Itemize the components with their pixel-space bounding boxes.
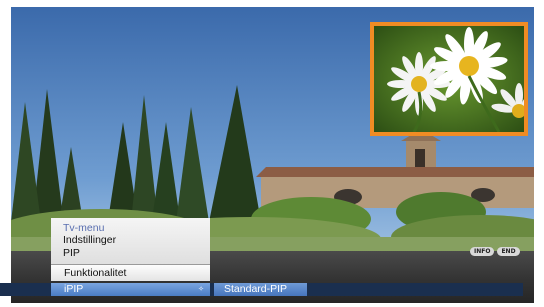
ipip-value: Standard-PIP: [224, 283, 288, 295]
ipip-value-box[interactable]: Standard-PIP: [214, 283, 307, 296]
end-button[interactable]: END: [497, 247, 520, 256]
breadcrumb-pip: PIP: [63, 247, 80, 259]
remote-key-hints: INFO END: [470, 247, 520, 256]
current-section-header: Funktionalitet: [51, 264, 210, 281]
four-way-arrows-icon: ✧: [198, 285, 204, 293]
menu-title: Tv-menu: [63, 222, 105, 234]
info-button[interactable]: INFO: [470, 247, 495, 256]
breadcrumb-settings: Indstillinger: [63, 234, 117, 246]
menu-item-ipip-label: iPIP: [64, 283, 84, 295]
pip-window: [370, 22, 528, 136]
pip-daisy-image: [374, 26, 524, 132]
current-section-label: Funktionalitet: [64, 267, 127, 279]
menu-item-ipip[interactable]: iPIP ✧: [51, 283, 210, 296]
